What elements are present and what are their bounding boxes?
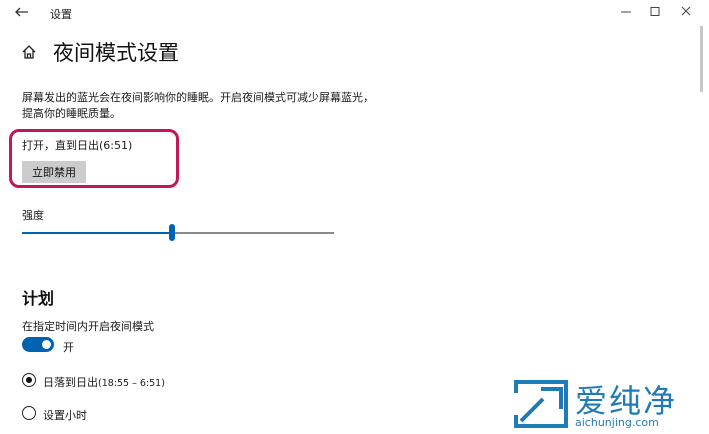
scrollbar[interactable] <box>700 26 703 92</box>
slider-track <box>172 232 334 234</box>
status-text: 打开，直到日出(6:51) <box>22 139 133 152</box>
back-arrow-icon[interactable] <box>12 4 32 20</box>
description-text: 屏幕发出的蓝光会在夜间影响你的睡眠。开启夜间模式可减少屏幕蓝光，提高你的睡眠质量… <box>22 91 374 120</box>
page-title: 夜间模式设置 <box>53 41 179 65</box>
radio-selected-dot <box>26 377 32 383</box>
maximize-icon[interactable] <box>643 3 667 21</box>
radio-sunset-to-sunrise[interactable] <box>22 373 36 387</box>
radio-set-hours[interactable] <box>22 406 36 420</box>
disable-now-button[interactable]: 立即禁用 <box>22 161 86 183</box>
watermark-url: aichunjing.com <box>575 416 659 429</box>
home-icon[interactable] <box>21 44 37 60</box>
watermark: 爱纯净 aichunjing.com <box>513 376 705 434</box>
schedule-toggle-label: 在指定时间内开启夜间模式 <box>22 320 154 333</box>
watermark-logo-icon <box>513 379 571 429</box>
radio-option-detail: (18:55 – 6:51) <box>98 378 165 389</box>
toggle-knob <box>42 340 51 349</box>
radio-label-set-hours[interactable]: 设置小时 <box>43 407 87 423</box>
schedule-toggle[interactable] <box>22 337 54 352</box>
strength-slider[interactable] <box>22 224 334 242</box>
toggle-state-text: 开 <box>63 341 74 354</box>
window-title: 设置 <box>50 8 72 21</box>
close-icon[interactable] <box>674 3 698 21</box>
slider-track-fill <box>22 232 172 234</box>
minimize-icon[interactable] <box>614 3 638 21</box>
title-bar: 设置 <box>0 0 709 26</box>
strength-label: 强度 <box>22 209 44 222</box>
schedule-section-title: 计划 <box>22 289 55 308</box>
radio-label-sunset-to-sunrise[interactable]: 日落到日出(18:55 – 6:51) <box>43 374 165 390</box>
slider-thumb[interactable] <box>169 224 175 241</box>
radio-option-label: 日落到日出 <box>43 376 98 389</box>
